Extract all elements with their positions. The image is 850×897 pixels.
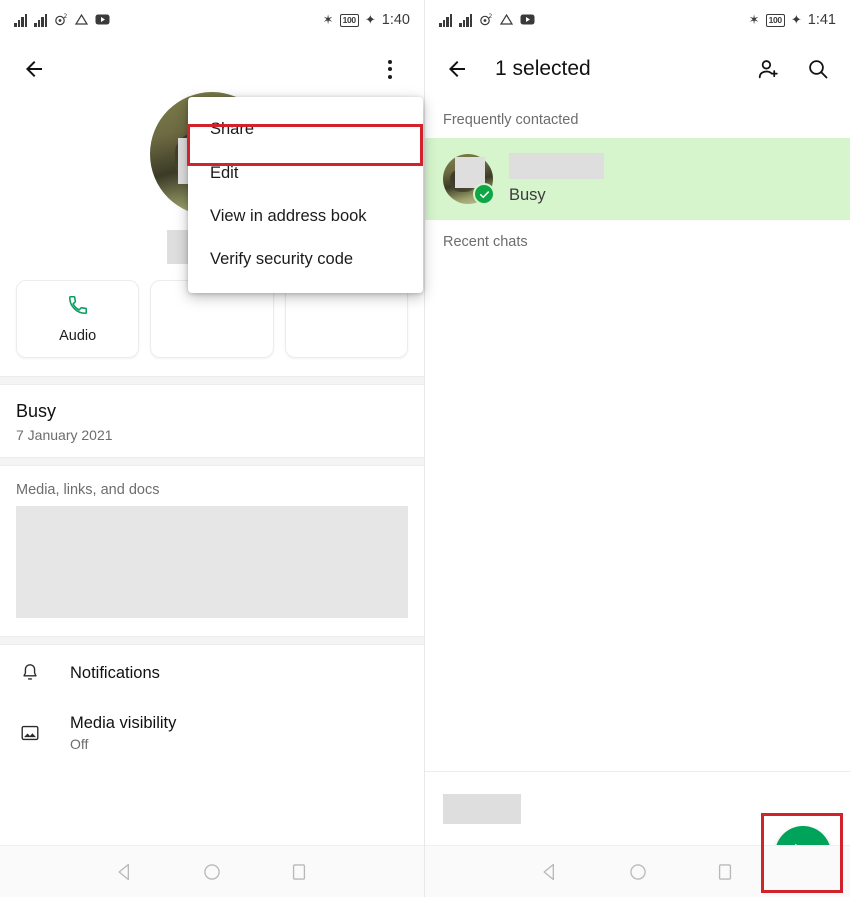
bell-icon — [16, 662, 44, 684]
nav-recents-icon[interactable] — [715, 862, 735, 882]
bluetooth-icon: ✶ — [748, 12, 760, 28]
status-bar-left: 2 ✶ 100 ✦ 1:40 — [0, 0, 424, 40]
selection-appbar: 1 selected — [425, 40, 850, 98]
status-bar-right-icons: ✶ 100 ✦ 1:40 — [323, 12, 410, 28]
lte-signal-icon — [34, 13, 47, 27]
android-navbar-left — [0, 845, 424, 897]
charging-icon: ✦ — [790, 12, 802, 28]
overflow-menu-button[interactable] — [372, 51, 408, 87]
nav-back-icon[interactable] — [540, 862, 560, 882]
drive-icon — [74, 13, 89, 28]
selected-contact-row[interactable]: Busy — [425, 138, 850, 220]
person-add-button[interactable] — [750, 51, 786, 87]
status-bar-right: 2 ✶ 100 ✦ 1:41 — [425, 0, 850, 40]
more-vertical-icon — [388, 59, 392, 79]
status-bar-right-icons-2: ✶ 100 ✦ 1:41 — [749, 12, 836, 28]
status-bar-left-icons: 2 — [14, 13, 110, 28]
battery-indicator: 100 — [339, 13, 359, 27]
contact-info-appbar — [0, 40, 424, 98]
lte-signal-icon — [459, 13, 472, 27]
youtube-icon — [520, 14, 535, 27]
media-visibility-texts: Media visibility Off — [70, 714, 176, 752]
frequently-contacted-header: Frequently contacted — [443, 112, 579, 128]
dual-screenshot-container: 2 ✶ 100 ✦ 1:40 Audio Busy 7 January 2021… — [0, 0, 850, 897]
audio-call-label: Audio — [59, 328, 97, 344]
send-highlight-box — [761, 813, 843, 893]
phone-icon — [67, 294, 89, 321]
clock-left: 1:40 — [381, 12, 410, 28]
avatar — [443, 154, 495, 205]
media-visibility-row[interactable]: Media visibility Off — [0, 701, 424, 765]
contact-picker-screen: 2 ✶ 100 ✦ 1:41 1 selected Frequently con… — [425, 0, 850, 897]
battery-indicator: 100 — [765, 13, 785, 27]
selection-count-title: 1 selected — [495, 57, 591, 80]
drive-icon — [499, 13, 514, 28]
media-visibility-value: Off — [70, 736, 89, 752]
charging-icon: ✦ — [364, 12, 376, 28]
youtube-icon — [95, 14, 110, 27]
nav-home-icon[interactable] — [628, 862, 648, 882]
network-2-icon: 2 — [54, 13, 68, 28]
image-icon — [16, 722, 44, 744]
status-date: 7 January 2021 — [16, 427, 113, 443]
menu-item-verify-security-code[interactable]: Verify security code — [188, 238, 423, 281]
search-button[interactable] — [800, 51, 836, 87]
4g-signal-icon — [439, 13, 452, 27]
media-gallery-redaction[interactable] — [16, 506, 408, 618]
recent-chats-header: Recent chats — [443, 234, 528, 250]
back-button[interactable] — [16, 51, 52, 87]
audio-call-button[interactable]: Audio — [16, 280, 140, 358]
clock-right: 1:41 — [807, 12, 836, 28]
overflow-menu[interactable]: Share Edit View in address book Verify s… — [188, 97, 423, 293]
status-text: Busy — [16, 401, 57, 421]
status-bar-right-left-icons: 2 — [439, 13, 535, 28]
notifications-label: Notifications — [70, 663, 160, 682]
section-divider-3 — [0, 636, 424, 645]
search-icon — [806, 57, 830, 81]
bluetooth-icon: ✶ — [322, 12, 334, 28]
contact-name-redaction — [509, 153, 604, 179]
nav-recents-icon[interactable] — [289, 862, 309, 882]
selected-contact-chip-redaction[interactable] — [443, 793, 521, 824]
contact-info-screen: 2 ✶ 100 ✦ 1:40 Audio Busy 7 January 2021… — [0, 0, 425, 897]
section-divider-2 — [0, 457, 424, 466]
check-icon — [473, 183, 495, 205]
menu-item-share[interactable]: Share — [188, 107, 423, 152]
selected-contact-texts: Busy — [509, 153, 604, 205]
section-divider-1 — [0, 376, 424, 385]
status-section[interactable]: Busy 7 January 2021 — [0, 385, 424, 457]
menu-item-edit[interactable]: Edit — [188, 152, 423, 195]
nav-home-icon[interactable] — [202, 862, 222, 882]
back-button[interactable] — [439, 51, 475, 87]
person-add-icon — [756, 57, 781, 82]
menu-item-view-in-address-book[interactable]: View in address book — [188, 195, 423, 238]
media-visibility-label: Media visibility — [70, 714, 177, 732]
notifications-row[interactable]: Notifications — [0, 645, 424, 701]
nav-back-icon[interactable] — [115, 862, 135, 882]
network-2-icon: 2 — [479, 13, 493, 28]
contact-status: Busy — [509, 186, 546, 204]
svg-text:2: 2 — [489, 13, 493, 20]
4g-signal-icon — [14, 13, 27, 27]
media-section-header: Media, links, and docs — [16, 482, 160, 498]
svg-text:2: 2 — [64, 13, 68, 20]
